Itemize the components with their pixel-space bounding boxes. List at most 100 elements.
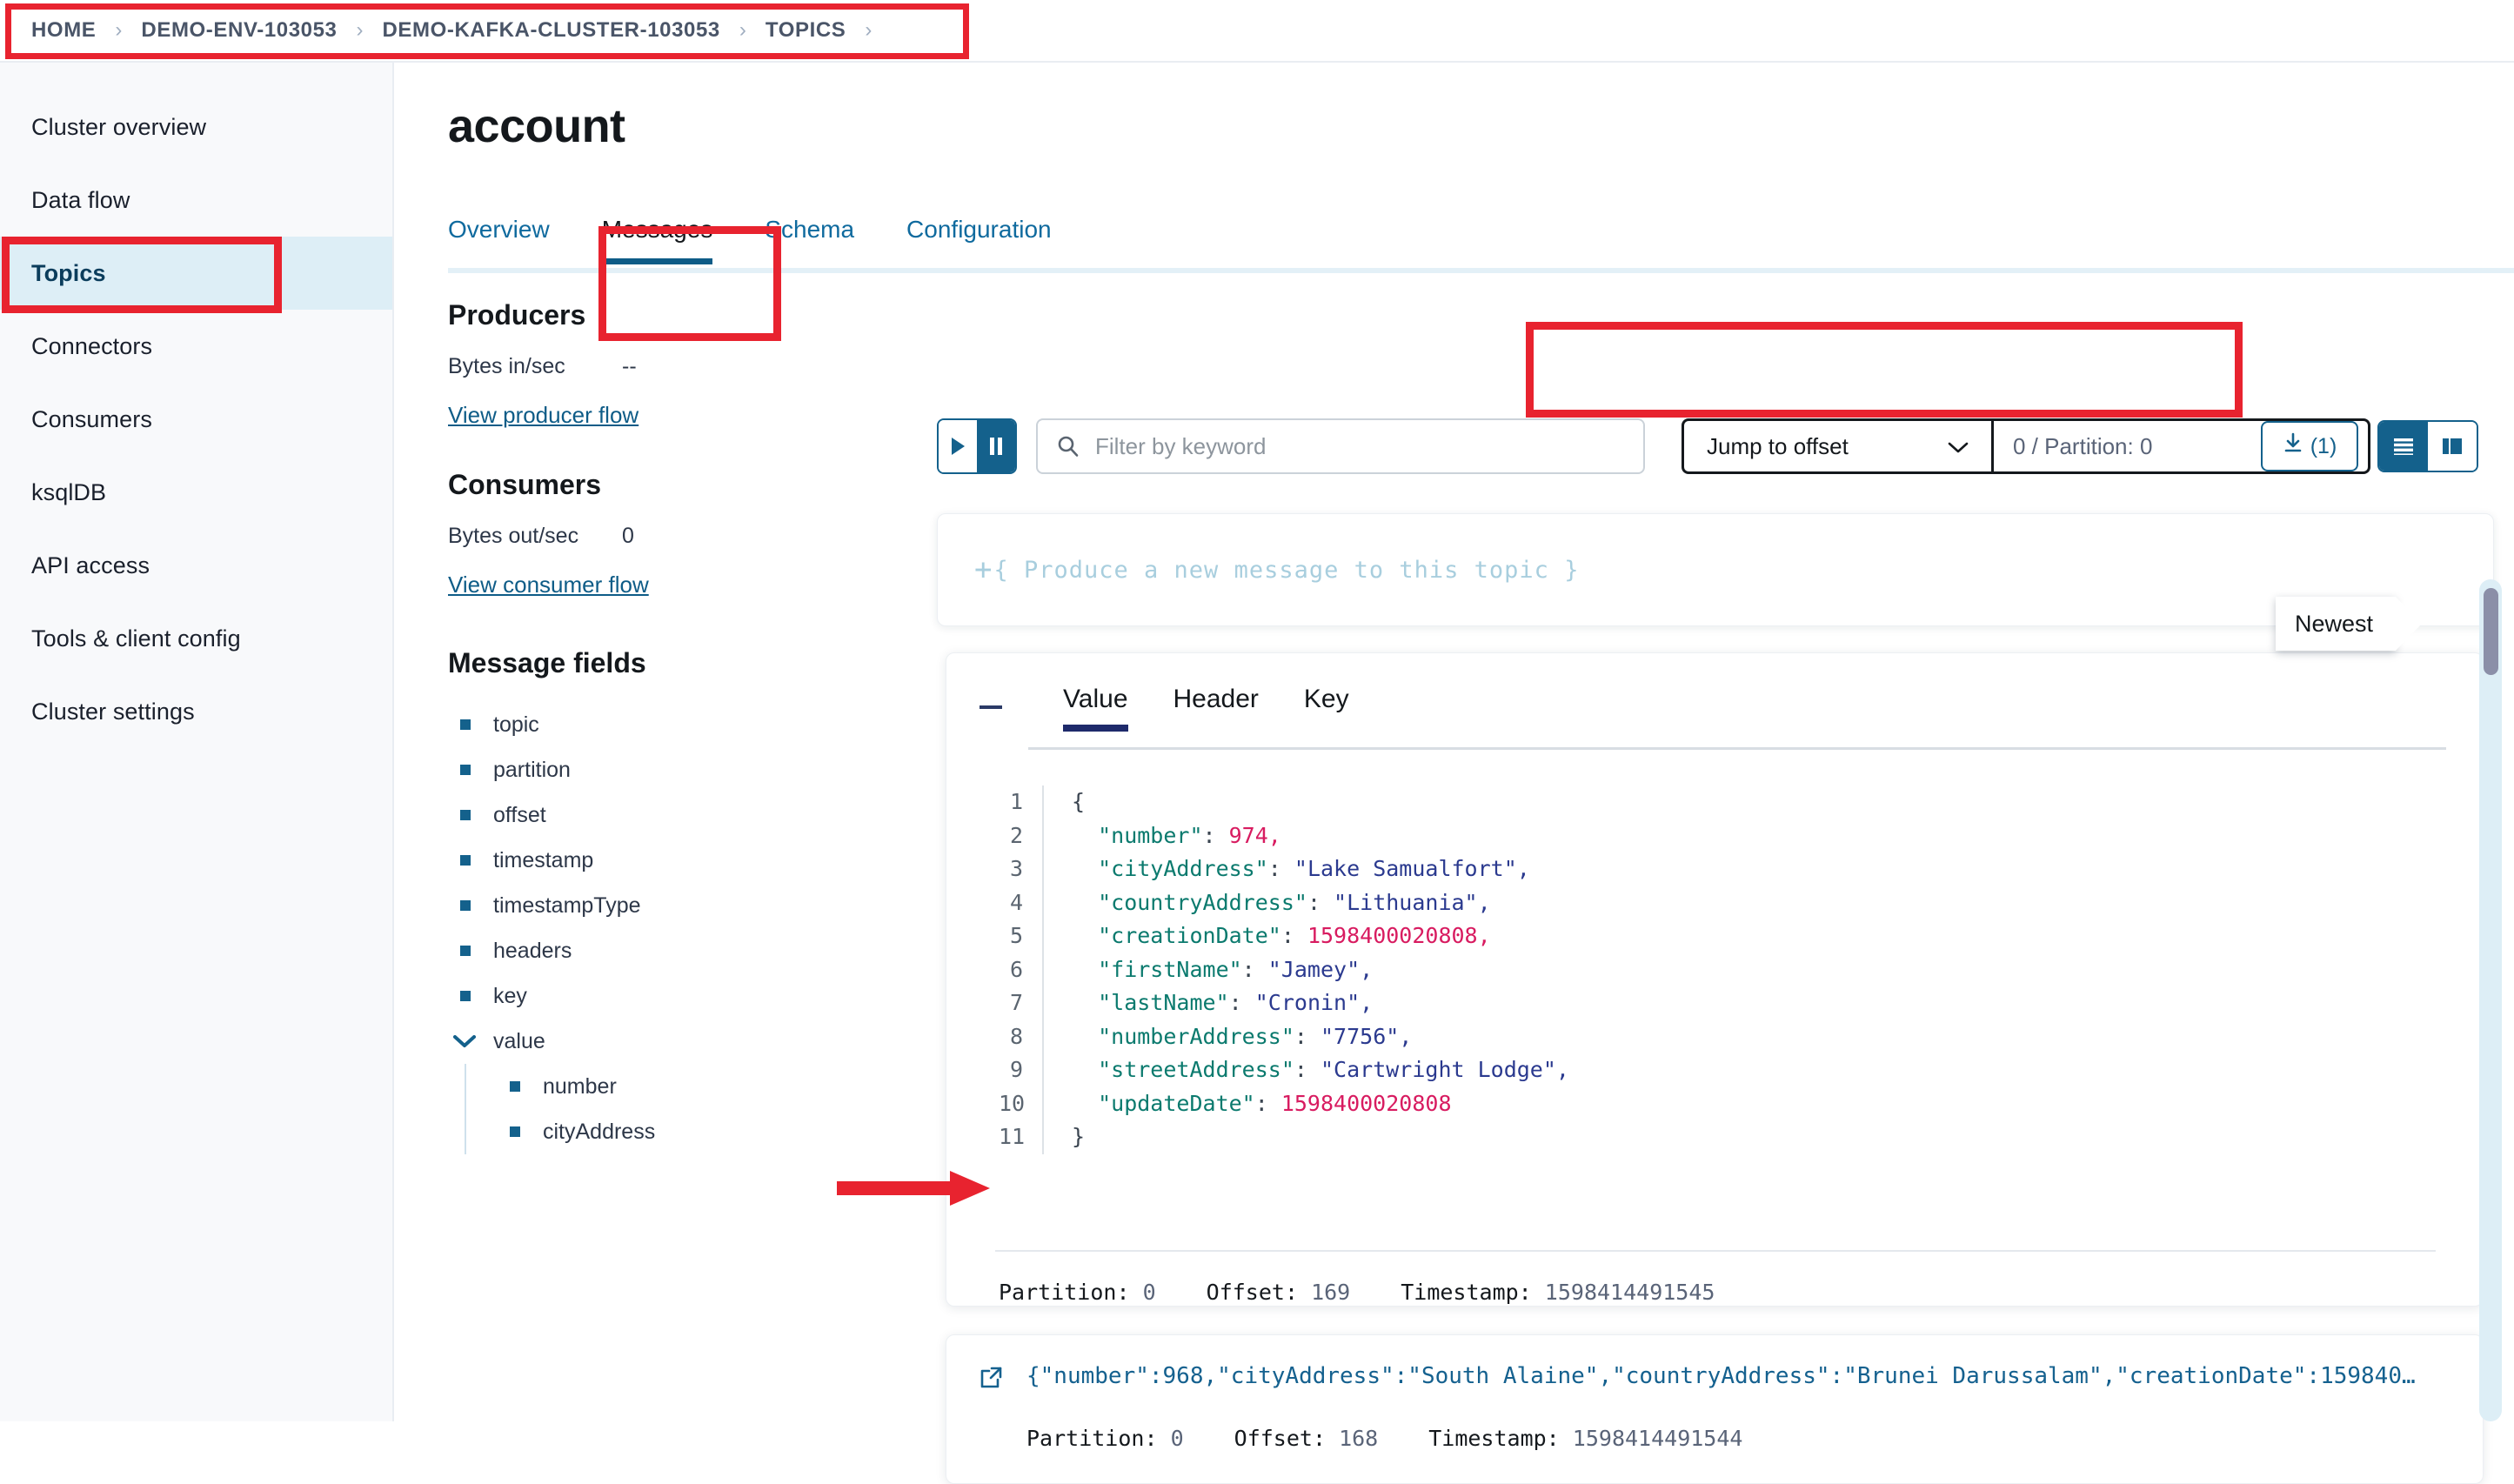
download-button[interactable]: (1): [2261, 421, 2358, 471]
code-line: 6 "firstName": "Jamey",: [999, 953, 1569, 987]
field-label: offset: [493, 803, 546, 828]
chevron-down-icon[interactable]: [453, 1034, 476, 1048]
code-text: "countryAddress": "Lithuania",: [1044, 886, 1491, 920]
bullet-icon: [510, 1126, 520, 1137]
line-number: 6: [999, 953, 1044, 987]
tab-overview[interactable]: Overview: [448, 216, 550, 259]
scrollbar-thumb[interactable]: [2484, 588, 2498, 675]
breadcrumb-item-cluster[interactable]: DEMO-KAFKA-CLUSTER-103053: [383, 18, 720, 43]
topic-info-column: Producers Bytes in/sec -- View producer …: [448, 299, 857, 1154]
search-icon: [1057, 435, 1080, 458]
code-line: 5 "creationDate": 1598400020808,: [999, 919, 1569, 953]
chevron-down-icon: [1948, 433, 1969, 460]
message-card-expanded: Value Header Key 1{2 "number": 974,3 "ci…: [946, 652, 2484, 1307]
sidebar-item-tools-client-config[interactable]: Tools & client config: [0, 602, 392, 675]
field-label: topic: [493, 712, 539, 738]
sidebar-item-consumers[interactable]: Consumers: [0, 383, 392, 456]
bullet-icon: [460, 900, 471, 911]
tab-configuration[interactable]: Configuration: [906, 216, 1052, 259]
field-label: value: [493, 1029, 545, 1054]
expand-icon[interactable]: [978, 1365, 1004, 1395]
messages-scrollbar[interactable]: [2479, 579, 2502, 1421]
message-tab-header[interactable]: Header: [1173, 685, 1259, 728]
field-label: timestamp: [493, 848, 593, 873]
field-item-number[interactable]: number: [482, 1064, 857, 1109]
line-number: 2: [999, 819, 1044, 853]
line-number: 8: [999, 1020, 1044, 1054]
bytes-out-label: Bytes out/sec: [448, 524, 622, 549]
field-item-timestamp[interactable]: timestamp: [448, 838, 857, 883]
bytes-out-stat: Bytes out/sec 0: [448, 524, 857, 549]
field-label: timestampType: [493, 893, 641, 919]
field-item-headers[interactable]: headers: [448, 928, 857, 973]
field-item-value[interactable]: value: [448, 1019, 857, 1064]
field-item-key[interactable]: key: [448, 973, 857, 1019]
view-consumer-flow-link[interactable]: View consumer flow: [448, 572, 649, 598]
tab-messages[interactable]: Messages: [602, 216, 713, 259]
sidebar-item-cluster-settings[interactable]: Cluster settings: [0, 675, 392, 748]
breadcrumb-item-topics[interactable]: TOPICS: [766, 18, 846, 43]
card-view-icon: [2440, 436, 2464, 457]
message-fields-tree: topic partition offset timestamp timesta…: [448, 702, 857, 1154]
breadcrumb-separator-icon: ›: [865, 18, 872, 43]
message-tab-value[interactable]: Value: [1063, 685, 1128, 728]
bytes-out-value: 0: [622, 524, 634, 549]
sidebar-item-label: ksqlDB: [31, 479, 106, 506]
field-label: key: [493, 984, 527, 1009]
code-line: 4 "countryAddress": "Lithuania",: [999, 886, 1569, 920]
sidebar-item-label: Cluster overview: [31, 114, 206, 141]
field-children-value: number cityAddress: [465, 1064, 857, 1154]
code-text: "cityAddress": "Lake Samualfort",: [1044, 852, 1530, 886]
sidebar-item-connectors[interactable]: Connectors: [0, 310, 392, 383]
producers-heading: Producers: [448, 299, 857, 331]
tab-schema[interactable]: Schema: [765, 216, 854, 259]
bullet-icon: [460, 946, 471, 956]
card-view-button[interactable]: [2428, 422, 2477, 471]
code-text: "updateDate": 1598400020808: [1044, 1087, 1452, 1121]
code-line: 7 "lastName": "Cronin",: [999, 986, 1569, 1020]
bullet-icon: [460, 719, 471, 730]
sidebar-item-ksqldb[interactable]: ksqlDB: [0, 456, 392, 529]
sidebar-item-topics[interactable]: Topics: [0, 237, 392, 310]
field-item-partition[interactable]: partition: [448, 747, 857, 792]
code-line: 9 "streetAddress": "Cartwright Lodge",: [999, 1053, 1569, 1087]
consumers-heading: Consumers: [448, 469, 857, 501]
topic-tabs: Overview Messages Schema Configuration: [448, 216, 2514, 273]
line-number: 11: [999, 1120, 1044, 1154]
jump-mode-select[interactable]: Jump to offset: [1684, 421, 1994, 471]
breadcrumb-item-env[interactable]: DEMO-ENV-103053: [141, 18, 337, 43]
play-button[interactable]: [939, 420, 977, 472]
pause-button[interactable]: [977, 420, 1015, 472]
timestamp-field: Timestamp: 1598414491545: [1401, 1280, 1715, 1305]
field-item-cityaddress[interactable]: cityAddress: [482, 1109, 857, 1154]
breadcrumb-item-home[interactable]: HOME: [31, 18, 96, 43]
bullet-icon: [460, 765, 471, 775]
field-label: number: [543, 1074, 617, 1100]
search-input[interactable]: Filter by keyword: [1036, 418, 1645, 474]
message-tab-key[interactable]: Key: [1304, 685, 1349, 728]
code-text: "streetAddress": "Cartwright Lodge",: [1044, 1053, 1569, 1087]
line-number: 3: [999, 852, 1044, 886]
message-row-collapsed[interactable]: {"number":968,"cityAddress":"South Alain…: [946, 1334, 2484, 1484]
sidebar-item-api-access[interactable]: API access: [0, 529, 392, 602]
sidebar-item-cluster-overview[interactable]: Cluster overview: [0, 90, 392, 164]
line-number: 10: [999, 1087, 1044, 1121]
offset-field: Offset: 169: [1207, 1280, 1351, 1305]
partition-field: Partition: 0: [999, 1280, 1156, 1305]
field-item-topic[interactable]: topic: [448, 702, 857, 747]
field-item-timestamptype[interactable]: timestampType: [448, 883, 857, 928]
view-producer-flow-link[interactable]: View producer flow: [448, 402, 639, 429]
sidebar-item-label: Consumers: [31, 406, 152, 433]
field-item-offset[interactable]: offset: [448, 792, 857, 838]
list-view-button[interactable]: [2379, 422, 2428, 471]
sidebar-item-data-flow[interactable]: Data flow: [0, 164, 392, 237]
code-text: "firstName": "Jamey",: [1044, 953, 1373, 987]
sidebar-item-label: Tools & client config: [31, 625, 241, 652]
collapse-icon[interactable]: [980, 705, 1002, 709]
message-metadata: Partition: 0 Offset: 169 Timestamp: 1598…: [999, 1280, 1715, 1305]
line-number: 1: [999, 785, 1044, 819]
jump-mode-label: Jump to offset: [1707, 433, 1849, 460]
bullet-icon: [510, 1081, 520, 1092]
produce-message-bar[interactable]: + { Produce a new message to this topic …: [937, 513, 2494, 626]
field-label: cityAddress: [543, 1120, 655, 1145]
